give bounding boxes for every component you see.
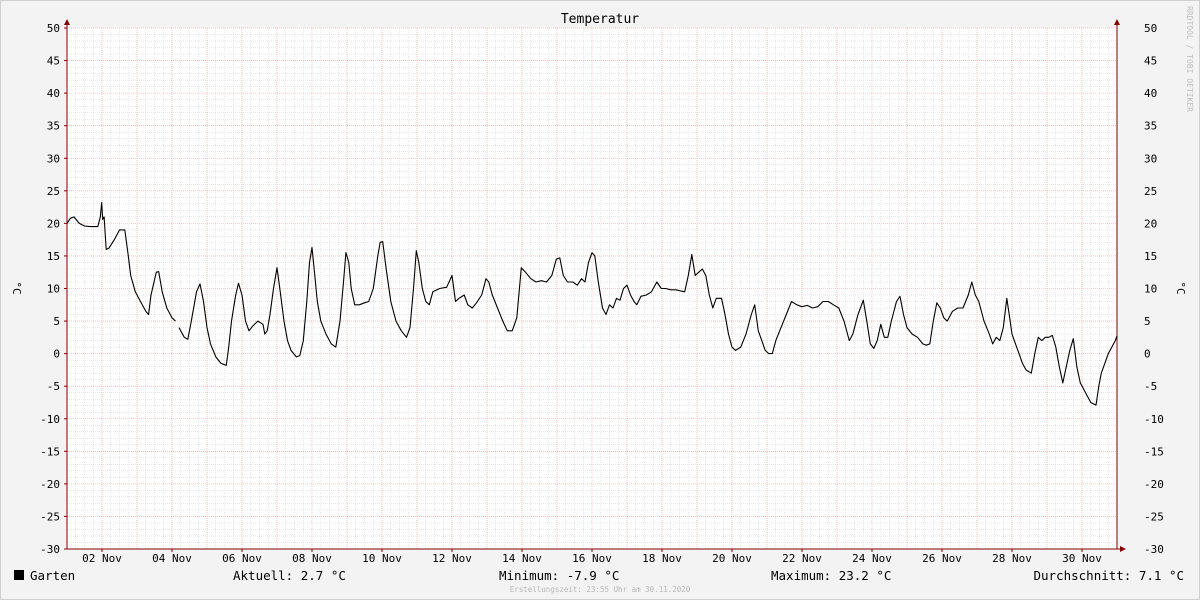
y-tick-label: 10 (47, 283, 60, 296)
x-tick-label: 04 Nov (152, 552, 192, 565)
x-tick-label: 30 Nov (1062, 552, 1102, 565)
y-tick-label-right: 10 (1144, 283, 1157, 296)
chart-title: Temperatur (561, 12, 639, 27)
x-tick-labels: 02 Nov 04 Nov 06 Nov 08 Nov 10 Nov 12 Nov 14 N… (82, 552, 1102, 565)
y-tick-label: 50 (47, 22, 60, 35)
y-tick-label: -25 (40, 510, 60, 523)
y-tick-label: -5 (47, 380, 60, 393)
rrdtool-watermark: RRDTOOL / TOBI OETIKER (1185, 6, 1194, 112)
x-tick-label: 24 Nov (852, 552, 892, 565)
y-tick-label-right: 20 (1144, 217, 1157, 230)
x-tick-label: 08 Nov (292, 552, 332, 565)
y-tick-label-right: 35 (1144, 120, 1157, 133)
y-tick-label-right: -10 (1144, 413, 1164, 426)
y-tick-label-right: 30 (1144, 152, 1157, 165)
y-tick-label-right: -5 (1144, 380, 1157, 393)
y-tick-label: 20 (47, 217, 60, 230)
x-tick-label: 14 Nov (502, 552, 542, 565)
y-tick-label: 5 (53, 315, 60, 328)
y-tick-label: 15 (47, 250, 60, 263)
x-tick-label: 26 Nov (922, 552, 962, 565)
y-tick-label-right: 5 (1144, 315, 1151, 328)
y-tick-label-right: 0 (1144, 348, 1151, 361)
y-tick-label-right: 50 (1144, 22, 1157, 35)
y-tick-label-right: 25 (1144, 185, 1157, 198)
x-tick-label: 18 Nov (642, 552, 682, 565)
y-tick-label: -10 (40, 413, 60, 426)
y-axis-label-right: °C (1174, 281, 1187, 294)
legend-series-name: Garten (30, 568, 75, 583)
y-tick-label: 30 (47, 152, 60, 165)
x-tick-label: 06 Nov (222, 552, 262, 565)
y-tick-label: -15 (40, 445, 60, 458)
x-tick-label: 28 Nov (992, 552, 1032, 565)
y-tick-label-right: -25 (1144, 510, 1164, 523)
y-tick-label-right: -30 (1144, 543, 1164, 556)
y-tick-label: 25 (47, 185, 60, 198)
x-tick-label: 12 Nov (432, 552, 472, 565)
x-tick-label: 20 Nov (712, 552, 752, 565)
temperature-chart: 50454035302520151050-5-10-15-20-25-30 50… (0, 0, 1200, 600)
y-tick-label: 0 (53, 348, 60, 361)
x-tick-label: 22 Nov (782, 552, 822, 565)
y-tick-label: -30 (40, 543, 60, 556)
y-tick-label-right: 15 (1144, 250, 1157, 263)
legend-minimum: Minimum: -7.9 °C (499, 568, 619, 583)
y-tick-label: 35 (47, 120, 60, 133)
x-tick-label: 10 Nov (362, 552, 402, 565)
y-axis-label-left: °C (10, 281, 23, 294)
legend-current: Aktuell: 2.7 °C (233, 568, 346, 583)
legend-maximum: Maximum: 23.2 °C (771, 568, 891, 583)
y-tick-label-right: -20 (1144, 478, 1164, 491)
chart-root: 50 45 40 35 30 25 20 15 10 5 0 -5 -10 -15 -20 -25 -30 50… (0, 0, 1200, 600)
y-tick-label: 45 (47, 55, 60, 68)
y-tick-label-right: -15 (1144, 445, 1164, 458)
legend-average: Durchschnitt: 7.1 °C (1033, 568, 1184, 583)
x-tick-label: 02 Nov (82, 552, 122, 565)
legend-swatch-garten (14, 570, 24, 580)
y-tick-label: -20 (40, 478, 60, 491)
x-tick-label: 16 Nov (572, 552, 612, 565)
creation-timestamp: Erstellungszeit: 23:55 Uhr am 30.11.2020 (510, 585, 691, 594)
y-tick-label-right: 45 (1144, 55, 1157, 68)
y-tick-label-right: 40 (1144, 87, 1157, 100)
y-tick-label: 40 (47, 87, 60, 100)
